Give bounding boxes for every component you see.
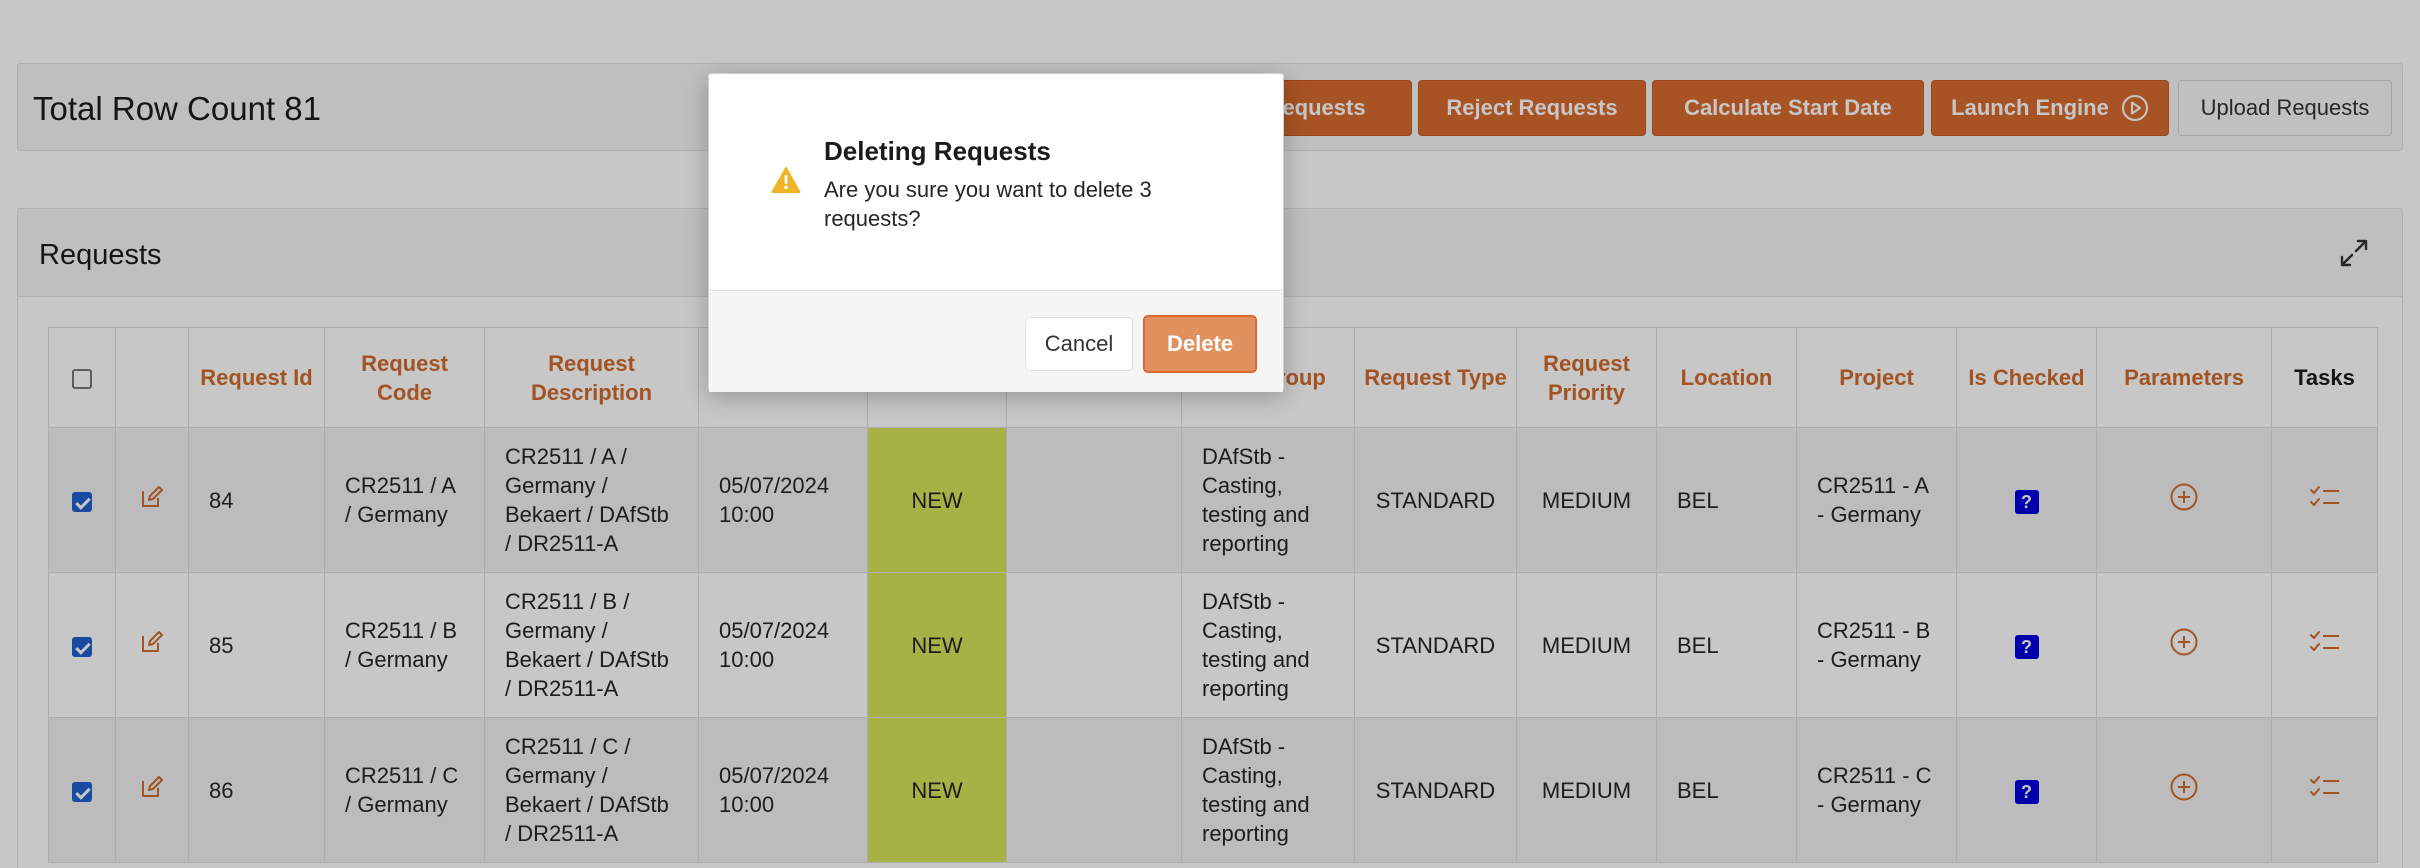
cancel-button[interactable]: Cancel — [1025, 317, 1133, 371]
dialog-message: Are you sure you want to delete 3 reques… — [824, 177, 1152, 231]
dialog-body: Deleting Requests Are you sure you want … — [709, 74, 1283, 290]
delete-confirm-dialog: Deleting Requests Are you sure you want … — [708, 73, 1284, 392]
dialog-footer: Cancel Delete — [709, 290, 1283, 392]
warning-icon — [771, 167, 801, 193]
delete-button[interactable]: Delete — [1143, 315, 1257, 373]
dialog-title: Deleting Requests — [824, 136, 1051, 166]
